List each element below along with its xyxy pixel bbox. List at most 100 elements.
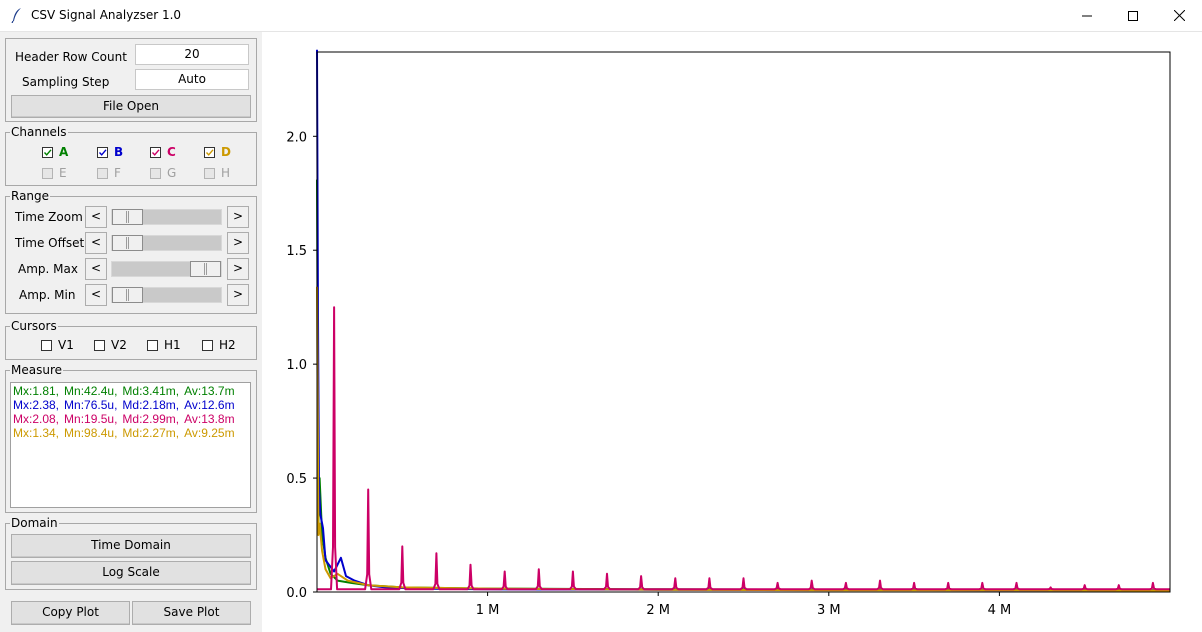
- time-offset-slider[interactable]: [111, 235, 222, 251]
- cursor-v1-checkbox[interactable]: V1: [41, 338, 74, 352]
- amp-max-slider[interactable]: [111, 261, 222, 277]
- measure-legend: Measure: [10, 363, 63, 377]
- x-tick-label: 3 M: [817, 603, 841, 618]
- measure-row: Mx:1.81, Mn:42.4u, Md:3.41m, Av:13.7m: [13, 384, 248, 398]
- measure-textbox[interactable]: Mx:1.81, Mn:42.4u, Md:3.41m, Av:13.7m Mx:2.3…: [10, 382, 251, 508]
- channel-label: C: [167, 145, 176, 159]
- sampling-step-input[interactable]: Auto: [135, 69, 249, 90]
- time-offset-label: Time Offset: [15, 236, 85, 250]
- measure-row: Mx:2.08, Mn:19.5u, Md:2.99m, Av:13.8m: [13, 412, 248, 426]
- y-tick-label: 2.0: [286, 130, 307, 145]
- slider-thumb[interactable]: [112, 287, 143, 303]
- copy-plot-button[interactable]: Copy Plot: [11, 601, 130, 625]
- checkbox-box: [150, 146, 161, 158]
- measure-mx: Mx:1.34,: [13, 426, 60, 440]
- series-line-2: [316, 286, 1171, 592]
- time-zoom-increase-button[interactable]: >: [227, 206, 249, 228]
- feather-icon: [11, 8, 21, 23]
- time-zoom-slider[interactable]: [111, 209, 222, 225]
- cursors-legend: Cursors: [10, 319, 58, 333]
- slider-thumb[interactable]: [190, 261, 221, 277]
- checkbox-box: [147, 339, 158, 351]
- channel-f-checkbox: F: [97, 166, 121, 180]
- cursors-frame: Cursors V1 V2 H1 H2: [5, 319, 257, 360]
- channel-label: D: [221, 145, 231, 159]
- channel-e-checkbox: E: [42, 166, 67, 180]
- amp-max-decrease-button[interactable]: <: [85, 258, 107, 280]
- cursor-label: V1: [58, 338, 74, 352]
- domain-frame: Domain Time Domain Log Scale: [5, 516, 257, 590]
- sampling-step-label: Sampling Step: [22, 75, 110, 89]
- channel-label: G: [167, 166, 177, 180]
- slider-thumb[interactable]: [112, 209, 143, 225]
- domain-legend: Domain: [10, 516, 59, 530]
- channel-c-checkbox[interactable]: C: [150, 145, 176, 159]
- channels-frame: Channels A B C D E F G H: [5, 125, 257, 186]
- title-bar: CSV Signal Analyzser 1.0: [0, 0, 1202, 32]
- measure-mx: Mx:1.81,: [13, 384, 60, 398]
- header-row-input[interactable]: 20: [135, 44, 249, 65]
- minimize-icon: [1082, 15, 1092, 16]
- checkbox-box: [41, 339, 52, 351]
- cursor-label: H2: [219, 338, 236, 352]
- channel-label: H: [221, 166, 231, 180]
- plot-area[interactable]: 0.0 0.5 1.0 1.5 2.0 1 M 2 M 3 M 4 M: [262, 32, 1202, 632]
- measure-av: Av:13.7m: [184, 384, 235, 398]
- close-icon: [1173, 10, 1185, 21]
- slider-thumb[interactable]: [112, 235, 143, 251]
- close-button[interactable]: [1156, 0, 1202, 31]
- channel-d-checkbox[interactable]: D: [204, 145, 231, 159]
- checkbox-box: [42, 146, 53, 158]
- time-zoom-decrease-button[interactable]: <: [85, 206, 107, 228]
- time-zoom-label: Time Zoom: [15, 210, 83, 224]
- checkbox-box: [97, 146, 108, 158]
- y-tick-label: 1.0: [286, 358, 307, 373]
- amp-min-slider[interactable]: [111, 287, 222, 303]
- log-scale-button[interactable]: Log Scale: [11, 561, 251, 585]
- cursor-h2-checkbox[interactable]: H2: [202, 338, 236, 352]
- channel-b-checkbox[interactable]: B: [97, 145, 123, 159]
- y-tick-label: 1.5: [286, 244, 307, 259]
- plot-frame: [316, 51, 1171, 593]
- cursor-label: V2: [111, 338, 127, 352]
- cursor-v2-checkbox[interactable]: V2: [94, 338, 127, 352]
- amp-min-decrease-button[interactable]: <: [85, 284, 107, 306]
- channel-g-checkbox: G: [150, 166, 176, 180]
- measure-av: Av:12.6m: [184, 398, 235, 412]
- series-line-1: [316, 49, 1170, 592]
- measure-av: Av:13.8m: [184, 412, 235, 426]
- measure-mn: Mn:19.5u,: [64, 412, 118, 426]
- file-open-button[interactable]: File Open: [11, 95, 251, 118]
- amp-max-increase-button[interactable]: >: [227, 258, 249, 280]
- measure-md: Md:2.18m,: [122, 398, 180, 412]
- cursor-h1-checkbox[interactable]: H1: [147, 338, 181, 352]
- signal-chart[interactable]: 0.0 0.5 1.0 1.5 2.0 1 M 2 M 3 M 4 M: [262, 32, 1202, 632]
- measure-md: Md:3.41m,: [122, 384, 180, 398]
- time-offset-increase-button[interactable]: >: [227, 232, 249, 254]
- measure-row: Mx:1.34, Mn:98.4u, Md:2.27m, Av:9.25m: [13, 426, 248, 440]
- channel-a-checkbox[interactable]: A: [42, 145, 68, 159]
- channel-label: E: [59, 166, 67, 180]
- time-domain-button[interactable]: Time Domain: [11, 534, 251, 558]
- measure-av: Av:9.25m: [184, 426, 235, 440]
- maximize-icon: [1128, 10, 1138, 21]
- amp-min-increase-button[interactable]: >: [227, 284, 249, 306]
- maximize-button[interactable]: [1110, 0, 1156, 31]
- header-row-label: Header Row Count: [15, 50, 127, 64]
- x-tick-label: 2 M: [646, 603, 670, 618]
- channel-label: F: [114, 166, 121, 180]
- measure-mx: Mx:2.08,: [13, 412, 60, 426]
- measure-mn: Mn:76.5u,: [64, 398, 118, 412]
- save-plot-button[interactable]: Save Plot: [132, 601, 251, 625]
- cursor-label: H1: [164, 338, 181, 352]
- y-tick-label: 0.5: [286, 472, 307, 487]
- series-line-0: [316, 179, 1171, 592]
- time-offset-decrease-button[interactable]: <: [85, 232, 107, 254]
- measure-mn: Mn:98.4u,: [64, 426, 118, 440]
- channel-h-checkbox: H: [204, 166, 230, 180]
- amp-min-label: Amp. Min: [19, 288, 76, 302]
- x-tick-label: 4 M: [988, 603, 1012, 618]
- minimize-button[interactable]: [1064, 0, 1110, 31]
- checkbox-box: [94, 339, 105, 351]
- measure-mn: Mn:42.4u,: [64, 384, 118, 398]
